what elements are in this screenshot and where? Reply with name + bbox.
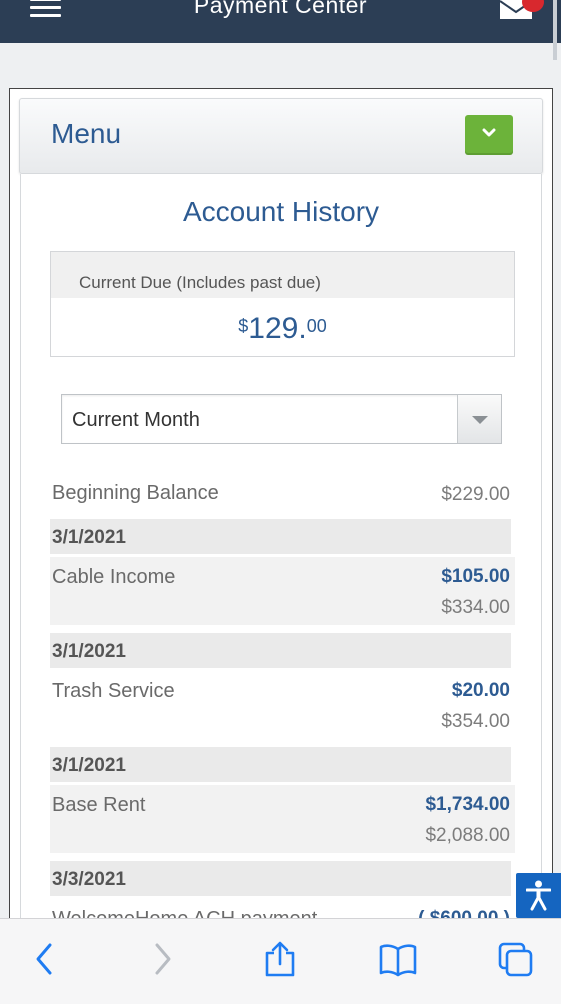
accessibility-button[interactable] [516, 873, 561, 918]
caret-down-icon [472, 416, 488, 424]
transaction-date: 3/1/2021 [52, 755, 126, 776]
browser-toolbar [0, 918, 561, 1004]
bookmarks-icon[interactable] [378, 941, 418, 977]
share-icon[interactable] [264, 941, 296, 977]
tabs-icon[interactable] [497, 941, 535, 979]
current-due-label: Current Due (Includes past due) [51, 252, 514, 298]
menu-toggle-button[interactable] [465, 115, 513, 155]
transaction-balance: $334.00 [441, 597, 510, 618]
transaction-balance: $2,088.00 [425, 825, 510, 846]
transaction-amount: $20.00 [451, 680, 510, 701]
transaction-description: Base Rent [52, 794, 146, 816]
transaction-balance: $354.00 [441, 711, 510, 732]
transaction-description: Trash Service [52, 680, 175, 702]
main-panel: Menu Account History Current Due (Includ… [9, 88, 553, 934]
app-header: Payment Center [0, 0, 561, 43]
transaction-amount: $1,734.00 [425, 794, 510, 815]
page-title: Account History [182, 196, 380, 227]
menu-label: Menu [51, 118, 122, 149]
current-due-amount: $129.00 [51, 298, 514, 346]
transaction-amount: $105.00 [441, 566, 510, 587]
transaction-date-row: 3/1/2021 [50, 747, 511, 782]
current-due-box: Current Due (Includes past due) $129.00 [50, 251, 515, 357]
accessibility-icon [526, 880, 551, 911]
currency-symbol: $ [238, 316, 249, 336]
transaction-date-row: 3/1/2021 [50, 633, 511, 668]
transaction-description: Cable Income [52, 566, 176, 588]
select-arrow-button[interactable] [457, 395, 501, 443]
account-history-content: Account History Current Due (Includes pa… [20, 174, 542, 934]
transaction-date: 3/1/2021 [52, 527, 126, 548]
due-cents: 00 [306, 316, 327, 336]
period-select[interactable]: Current Month [61, 394, 502, 444]
transaction-date-row: 3/1/2021 [50, 519, 511, 554]
menu-bar[interactable]: Menu [19, 98, 543, 174]
beginning-balance-label: Beginning Balance [52, 482, 219, 504]
period-select-value: Current Month [72, 409, 200, 431]
transaction-date: 3/1/2021 [52, 641, 126, 662]
header-title: Payment Center [193, 0, 368, 18]
transaction-date-row: 3/3/2021 [50, 861, 511, 896]
forward-icon[interactable] [152, 941, 174, 977]
transaction-date: 3/3/2021 [52, 869, 126, 890]
due-whole: 129. [248, 312, 307, 345]
back-icon[interactable] [33, 941, 55, 977]
beginning-balance-amount: $229.00 [441, 484, 510, 505]
scrollbar [553, 0, 557, 60]
chevron-down-icon [482, 128, 496, 137]
